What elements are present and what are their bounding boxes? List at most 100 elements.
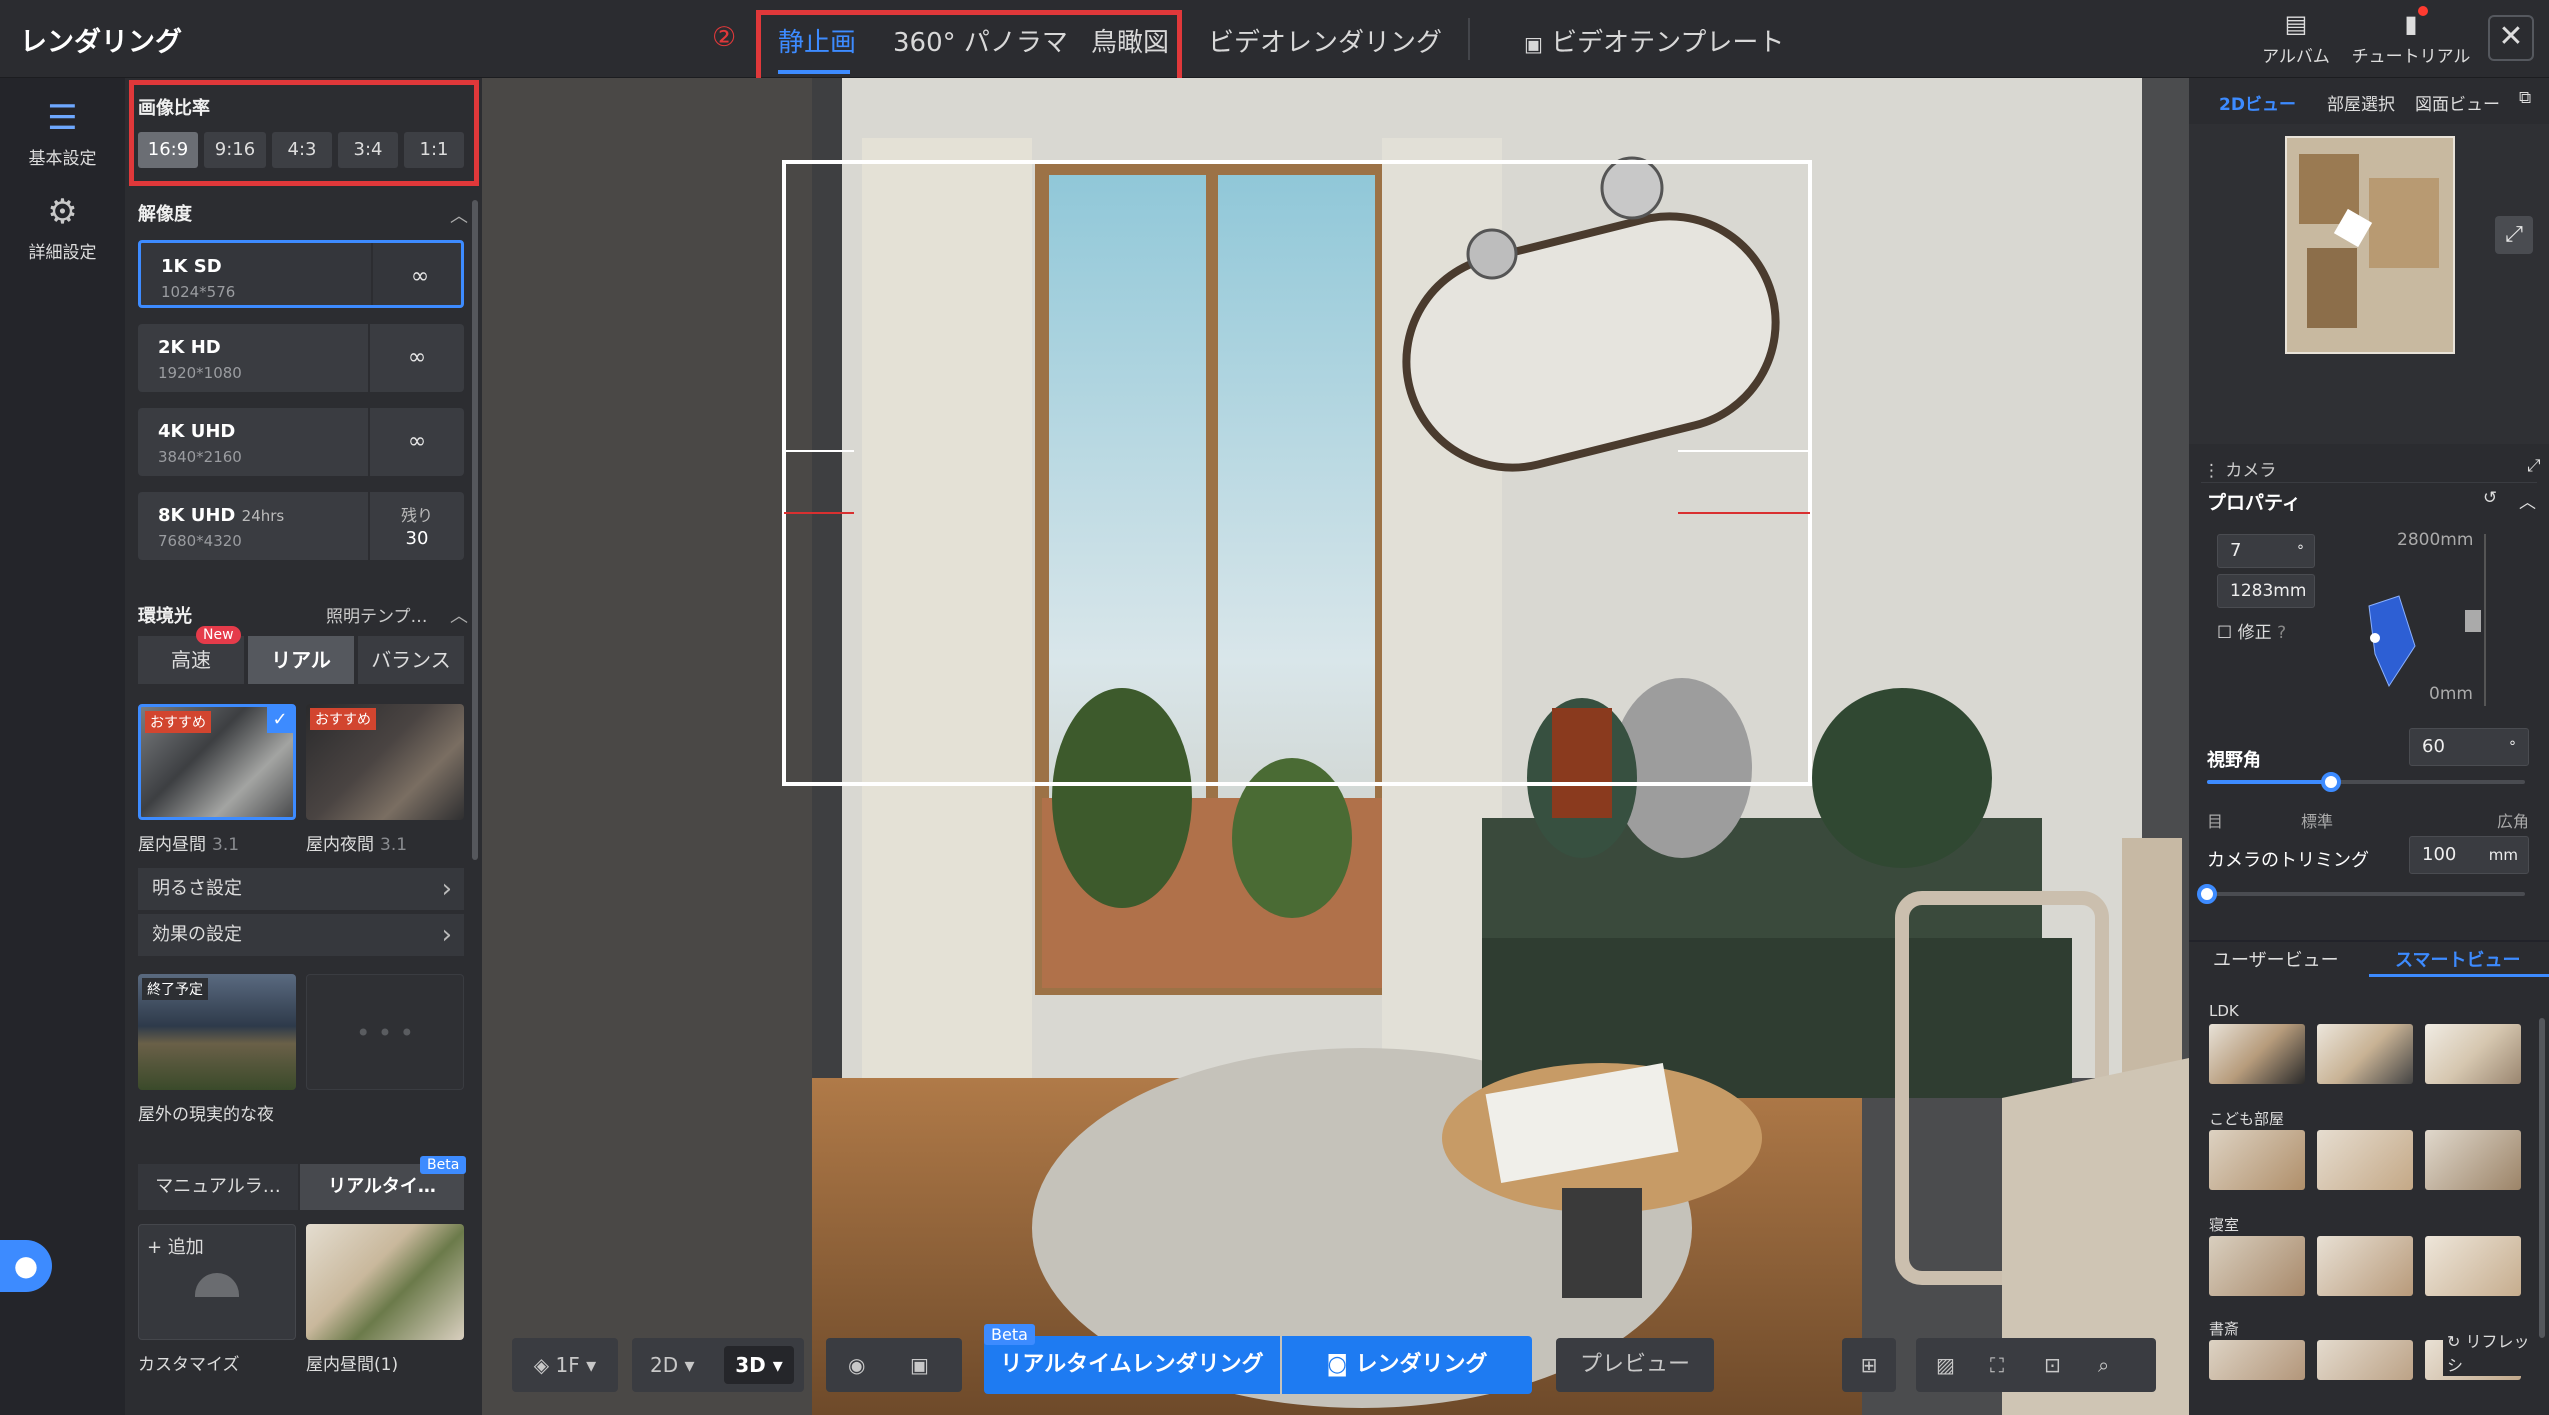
trim-input[interactable]: 100 mm	[2409, 836, 2529, 874]
notification-dot	[2418, 6, 2428, 16]
fov-input[interactable]: 60 °	[2409, 728, 2529, 766]
focus-icon[interactable]: ⊡	[2044, 1338, 2061, 1392]
close-button[interactable]: ✕	[2488, 15, 2534, 61]
fix-label: 修正	[2237, 623, 2272, 643]
floor-selector[interactable]: ◈ 1F ▾	[512, 1338, 618, 1392]
lighting-template-link[interactable]: 照明テンプ…	[326, 602, 428, 627]
3d-viewport[interactable]	[482, 78, 2189, 1415]
crop-icon[interactable]: ⛶	[1990, 1338, 2004, 1392]
infinity-icon: ∞	[407, 429, 427, 454]
angle-input[interactable]: 7 °	[2217, 534, 2315, 568]
album-button[interactable]: ▤ アルバム	[2254, 10, 2338, 67]
resolution-8k[interactable]: 8K UHD 24hrs 7680*4320 残り 30	[138, 492, 464, 560]
chat-icon[interactable]: ●	[0, 1240, 52, 1292]
collapse-resolution-icon[interactable]: ︿	[450, 202, 468, 228]
preview-button[interactable]: プレビュー	[1556, 1338, 1714, 1392]
tab-manual-render[interactable]: マニュアルラ…	[138, 1164, 298, 1210]
reset-icon[interactable]: ↺	[2483, 488, 2497, 508]
nav-advanced-settings[interactable]: ⚙ 詳細設定	[0, 192, 125, 263]
tab-still-image[interactable]: 静止画	[778, 22, 856, 59]
fov-mark-standard: 標準	[2301, 812, 2334, 831]
preset-outdoor-night[interactable]: 終了予定	[138, 974, 296, 1090]
trim-slider[interactable]	[2197, 884, 2525, 904]
property-title: プロパティ	[2207, 492, 2301, 514]
expand-icon[interactable]: ⤢	[2495, 216, 2533, 254]
height-input[interactable]: 1283mm	[2217, 574, 2315, 608]
collapse-env-icon[interactable]: ︿	[450, 602, 468, 628]
mode-balance[interactable]: バランス	[358, 636, 464, 684]
view-thumb[interactable]	[2209, 1236, 2305, 1296]
chevron-right-icon: ›	[441, 920, 452, 950]
zoom-search-icon[interactable]: ⌕	[2098, 1338, 2109, 1392]
tab-2d-view[interactable]: 2Dビュー	[2219, 90, 2296, 115]
refresh-icon: ↻	[2447, 1332, 2461, 1351]
effect-settings[interactable]: 効果の設定 ›	[138, 914, 464, 956]
custom-day-indoor-thumb[interactable]	[306, 1224, 464, 1340]
fov-slider[interactable]	[2207, 772, 2525, 792]
left-panel-scrollbar[interactable]	[472, 200, 478, 860]
tutorial-button[interactable]: ▮ チュートリアル	[2346, 10, 2476, 67]
view-thumb[interactable]	[2317, 1340, 2413, 1380]
infinity-icon: ∞	[407, 345, 427, 370]
ratio-1-1[interactable]: 1:1	[404, 132, 464, 168]
view-thumb[interactable]	[2209, 1130, 2305, 1190]
detach-icon[interactable]: ⤢	[2527, 456, 2541, 476]
tab-panorama[interactable]: 360° パノラマ	[893, 22, 1068, 59]
mode-real[interactable]: リアル	[248, 636, 354, 684]
resolution-4k[interactable]: 4K UHD 3840*2160 ∞	[138, 408, 464, 476]
view-thumb[interactable]	[2425, 1024, 2521, 1084]
view-2d-button[interactable]: 2D ▾	[650, 1338, 695, 1392]
collapse-icon[interactable]: ︿	[2519, 488, 2536, 513]
eye-icon[interactable]: ◉	[848, 1338, 865, 1392]
remain-label: 残り	[400, 506, 433, 525]
floor-plan-room	[2307, 248, 2357, 328]
right-panel: 2Dビュー 部屋選択 図面ビュー ⧉ ⤢ ⋮ カメラ ⤢ プロパティ ↺ ︿ 7…	[2189, 78, 2549, 1415]
view-thumb[interactable]	[2317, 1024, 2413, 1084]
view-thumb[interactable]	[2209, 1024, 2305, 1084]
camera-title: カメラ	[2225, 461, 2277, 481]
remain-value: 30	[405, 528, 429, 549]
lamp-icon	[195, 1273, 239, 1297]
refresh-button[interactable]: ↻ リフレッシ	[2443, 1328, 2549, 1376]
resolution-1k[interactable]: 1K SD 1024*576 ∞	[138, 240, 464, 308]
ratio-4-3[interactable]: 4:3	[272, 132, 332, 168]
tab-smart-view[interactable]: スマートビュー	[2395, 946, 2520, 972]
right-panel-scrollbar[interactable]	[2539, 1018, 2545, 1338]
view-mode-selector: 2D ▾ 3D ▾	[632, 1338, 804, 1392]
fov-handle[interactable]	[2321, 772, 2342, 792]
view-thumb[interactable]	[2209, 1340, 2305, 1380]
cube-icon[interactable]: ▣	[910, 1338, 929, 1392]
tab-video-template[interactable]: ▣ ビデオテンプレート	[1524, 22, 1784, 59]
brightness-settings[interactable]: 明るさ設定 ›	[138, 868, 464, 910]
resolution-2k[interactable]: 2K HD 1920*1080 ∞	[138, 324, 464, 392]
frame-icon[interactable]: ⊞	[1842, 1338, 1896, 1392]
popout-icon[interactable]: ⧉	[2519, 88, 2531, 108]
ending-soon-tag: 終了予定	[142, 978, 208, 1000]
gear-icon: ⚙	[47, 192, 78, 232]
add-custom-card[interactable]: + 追加	[138, 1224, 296, 1340]
preset-night-indoor[interactable]: おすすめ	[306, 704, 464, 820]
tab-plan-view[interactable]: 図面ビュー	[2415, 90, 2500, 115]
fix-checkbox[interactable]: ☐ 修正 ?	[2217, 618, 2286, 643]
view-3d-button[interactable]: 3D ▾	[724, 1346, 794, 1384]
nav-basic-settings[interactable]: ☰ 基本設定	[0, 98, 125, 169]
tab-user-view[interactable]: ユーザービュー	[2213, 946, 2339, 972]
tab-birds-eye[interactable]: 鳥瞰図	[1091, 22, 1169, 59]
ratio-3-4[interactable]: 3:4	[338, 132, 398, 168]
view-thumb[interactable]	[2425, 1130, 2521, 1190]
beta-badge: Beta	[984, 1324, 1035, 1345]
ratio-16-9[interactable]: 16:9	[138, 132, 198, 168]
recommend-tag: おすすめ	[145, 711, 211, 733]
image-icon[interactable]: ▨	[1936, 1338, 1955, 1392]
minimap[interactable]: ⤢	[2189, 124, 2549, 444]
tab-video-rendering[interactable]: ビデオレンダリング	[1208, 22, 1442, 59]
render-button[interactable]: ◙ レンダリング	[1282, 1336, 1532, 1394]
preset-day-indoor[interactable]: おすすめ ✓	[138, 704, 296, 820]
more-presets-placeholder[interactable]: • • •	[306, 974, 464, 1090]
tab-room-select[interactable]: 部屋選択	[2327, 90, 2395, 115]
view-thumb[interactable]	[2425, 1236, 2521, 1296]
view-thumb[interactable]	[2317, 1130, 2413, 1190]
view-thumb[interactable]	[2317, 1236, 2413, 1296]
ratio-9-16[interactable]: 9:16	[204, 132, 266, 168]
trim-handle[interactable]	[2197, 884, 2217, 904]
